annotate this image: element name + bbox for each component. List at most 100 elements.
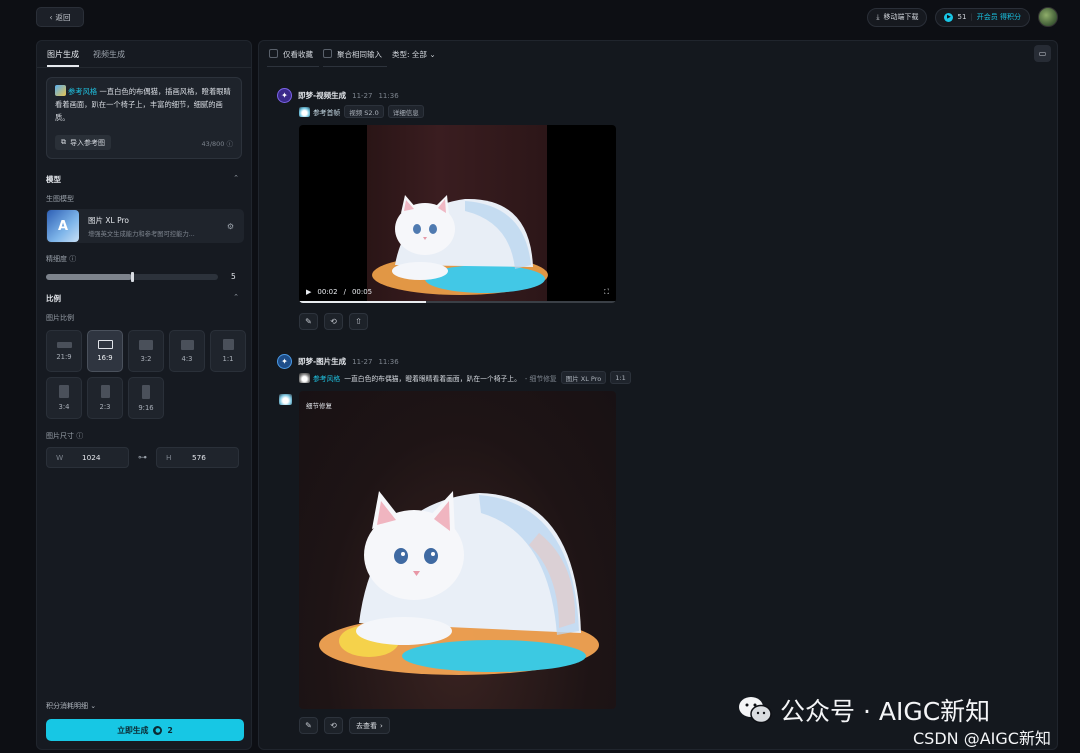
ratio-option-3-2[interactable]: 3:2 bbox=[128, 330, 164, 372]
width-value[interactable]: 1024 bbox=[82, 453, 101, 462]
ratio-label: 2:3 bbox=[99, 403, 111, 411]
entry-actions: ✎ ⟲ 去查看 › bbox=[299, 717, 390, 734]
import-reference-button[interactable]: ⧉ 导入参考图 bbox=[55, 135, 111, 150]
generate-cost: 2 bbox=[167, 725, 173, 735]
link-icon[interactable]: ⊶ bbox=[138, 453, 147, 463]
entry-title: 即梦-视频生成 bbox=[298, 91, 347, 100]
favorites-filter[interactable]: 仅看收藏 bbox=[269, 49, 313, 60]
folder-button[interactable]: ▭ bbox=[1034, 45, 1051, 62]
checkbox[interactable] bbox=[269, 49, 278, 58]
view-more-button[interactable]: 去查看 › bbox=[349, 717, 390, 734]
height-value[interactable]: 576 bbox=[192, 453, 206, 462]
avatar[interactable] bbox=[1038, 7, 1058, 27]
entry-meta: 参考首帧 视频 S2.0 详细信息 bbox=[299, 105, 424, 118]
video-current-time: 00:02 bbox=[317, 288, 338, 296]
model-section-title: 模型 bbox=[46, 175, 61, 184]
reference-image-icon bbox=[55, 85, 66, 96]
image-badge: 细节修复 bbox=[306, 402, 332, 410]
height-prefix: H bbox=[166, 453, 172, 462]
ratio-label: 1:1 bbox=[222, 355, 234, 363]
back-button[interactable]: ‹ 返回 bbox=[36, 7, 84, 27]
size-inputs: W 1024 ⊶ H 576 bbox=[46, 447, 239, 468]
entry-meta: 参考风格 一直白色的布偶猫，瞪着眼睛看着画面，趴在一个椅子上。 - 细节修复 图… bbox=[299, 371, 631, 384]
generate-label: 立即生成 bbox=[117, 725, 149, 735]
detail-slider[interactable] bbox=[46, 272, 218, 282]
csdn-watermark: CSDN @AIGC新知 bbox=[913, 729, 1051, 748]
source-thumbnail[interactable] bbox=[279, 394, 292, 405]
generated-image[interactable]: 细节修复 bbox=[299, 391, 616, 709]
ratio-label: 3:4 bbox=[58, 403, 70, 411]
ratio-shape-icon bbox=[142, 384, 150, 399]
video-controls: ▶ 00:02 / 00:05 ⛶ bbox=[306, 287, 609, 297]
points-icon: ▶ bbox=[944, 12, 954, 22]
edit-button[interactable]: ✎ bbox=[299, 717, 318, 734]
model-name: 图片 XL Pro bbox=[88, 215, 129, 225]
ratio-shape-icon bbox=[100, 385, 110, 398]
prompt-box[interactable]: 参考风格 一直白色的布偶猫，插画风格，瞪着眼睛看着画面，趴在一个椅子上，丰富的细… bbox=[46, 77, 242, 159]
vip-label: 开会员 得积分 bbox=[976, 13, 1021, 21]
wechat-icon bbox=[739, 697, 772, 724]
ratio-shape-icon bbox=[222, 339, 234, 350]
ratio-option-21-9[interactable]: 21:9 bbox=[46, 330, 82, 372]
type-filter-dropdown[interactable]: 类型: 全部 ⌄ bbox=[392, 49, 436, 60]
edit-button[interactable]: ✎ bbox=[299, 313, 318, 330]
type-filter-label: 类型: 全部 bbox=[392, 50, 427, 59]
regenerate-button[interactable]: ⟲ bbox=[324, 717, 343, 734]
fullscreen-icon[interactable]: ⛶ bbox=[604, 288, 609, 297]
info-icon: ⓘ bbox=[69, 255, 77, 263]
ratio-chip: 1:1 bbox=[610, 371, 631, 384]
width-prefix: W bbox=[56, 453, 64, 462]
model-selector[interactable]: A 图片 XL Pro 增强英文生成能力和参考图可控能力... ⚙ bbox=[46, 209, 244, 243]
video-progress-bar[interactable] bbox=[299, 301, 616, 303]
info-icon: ⓘ bbox=[226, 140, 234, 148]
points-vip-button[interactable]: ▶ 51 | 开会员 得积分 bbox=[935, 7, 1030, 27]
height-field[interactable]: H 576 bbox=[156, 447, 239, 468]
prompt-text[interactable]: 参考风格 一直白色的布偶猫，插画风格，瞪着眼睛看着画面，趴在一个椅子上，丰富的细… bbox=[55, 85, 233, 124]
share-button[interactable]: ⇧ bbox=[349, 313, 368, 330]
video-player[interactable]: ▶ 00:02 / 00:05 ⛶ bbox=[299, 125, 616, 303]
points-value: 51 bbox=[957, 13, 967, 21]
ratio-option-1-1[interactable]: 1:1 bbox=[210, 330, 246, 372]
ratio-option-3-4[interactable]: 3:4 bbox=[46, 377, 82, 419]
settings-sliders-icon[interactable]: ⚙ bbox=[227, 222, 234, 231]
detail-slider-handle[interactable] bbox=[131, 272, 134, 282]
model-chip: 图片 XL Pro bbox=[560, 371, 607, 384]
chevron-left-icon: ‹ bbox=[49, 12, 53, 22]
ratio-option-4-3[interactable]: 4:3 bbox=[169, 330, 205, 372]
entry-date: 11-27 bbox=[352, 357, 373, 366]
entry-time: 11:36 bbox=[378, 91, 399, 100]
wechat-watermark: 公众号 · AIGC新知 bbox=[738, 692, 990, 728]
checkbox[interactable] bbox=[323, 49, 332, 58]
ratio-option-9-16[interactable]: 9:16 bbox=[128, 377, 164, 419]
reference-style-tag[interactable]: 参考风格 bbox=[299, 372, 341, 383]
regenerate-button[interactable]: ⟲ bbox=[324, 313, 343, 330]
ratio-shape-icon bbox=[180, 339, 194, 350]
ratio-label: 3:2 bbox=[140, 354, 152, 363]
tab-video-generation[interactable]: 视频生成 bbox=[93, 49, 125, 67]
reference-style-label: 参考风格 bbox=[313, 374, 341, 383]
reference-frame-tag[interactable]: 参考首帧 bbox=[299, 106, 340, 117]
generate-button[interactable]: 立即生成 ● 2 bbox=[46, 719, 244, 741]
entry-suffix: - 细节修复 bbox=[524, 374, 557, 383]
collapse-icon[interactable]: ⌃ bbox=[233, 293, 239, 301]
tab-image-generation[interactable]: 图片生成 bbox=[47, 49, 79, 67]
mobile-download-button[interactable]: ⤓ 移动端下载 bbox=[867, 7, 928, 27]
play-icon[interactable]: ▶ bbox=[306, 288, 311, 296]
repeat-icon: ⟲ bbox=[330, 317, 337, 326]
collapse-icon[interactable]: ⌃ bbox=[233, 174, 239, 182]
entry-time: 11:36 bbox=[378, 357, 399, 366]
details-chip[interactable]: 详细信息 bbox=[387, 105, 424, 118]
filter-bar: 仅看收藏 聚合相同输入 类型: 全部 ⌄ bbox=[269, 49, 436, 60]
download-icon: ⤓ bbox=[876, 12, 880, 21]
width-field[interactable]: W 1024 bbox=[46, 447, 129, 468]
merge-filter[interactable]: 聚合相同输入 bbox=[323, 49, 382, 60]
video-progress-fill bbox=[299, 301, 426, 303]
char-counter-value: 43/800 bbox=[201, 140, 225, 148]
cost-details-toggle[interactable]: 积分消耗明细 ⌄ bbox=[46, 701, 96, 711]
reference-style-tag[interactable]: 参考风格 bbox=[68, 87, 97, 96]
ratio-option-16-9[interactable]: 16:9 bbox=[87, 330, 123, 372]
info-icon: ⓘ bbox=[76, 432, 84, 440]
ratio-option-2-3[interactable]: 2:3 bbox=[87, 377, 123, 419]
ratio-grid: 21:9 16:9 3:2 4:3 1:1 3:4 2:3 9:16 bbox=[46, 330, 246, 419]
ratio-section-title: 比例 bbox=[46, 294, 61, 303]
